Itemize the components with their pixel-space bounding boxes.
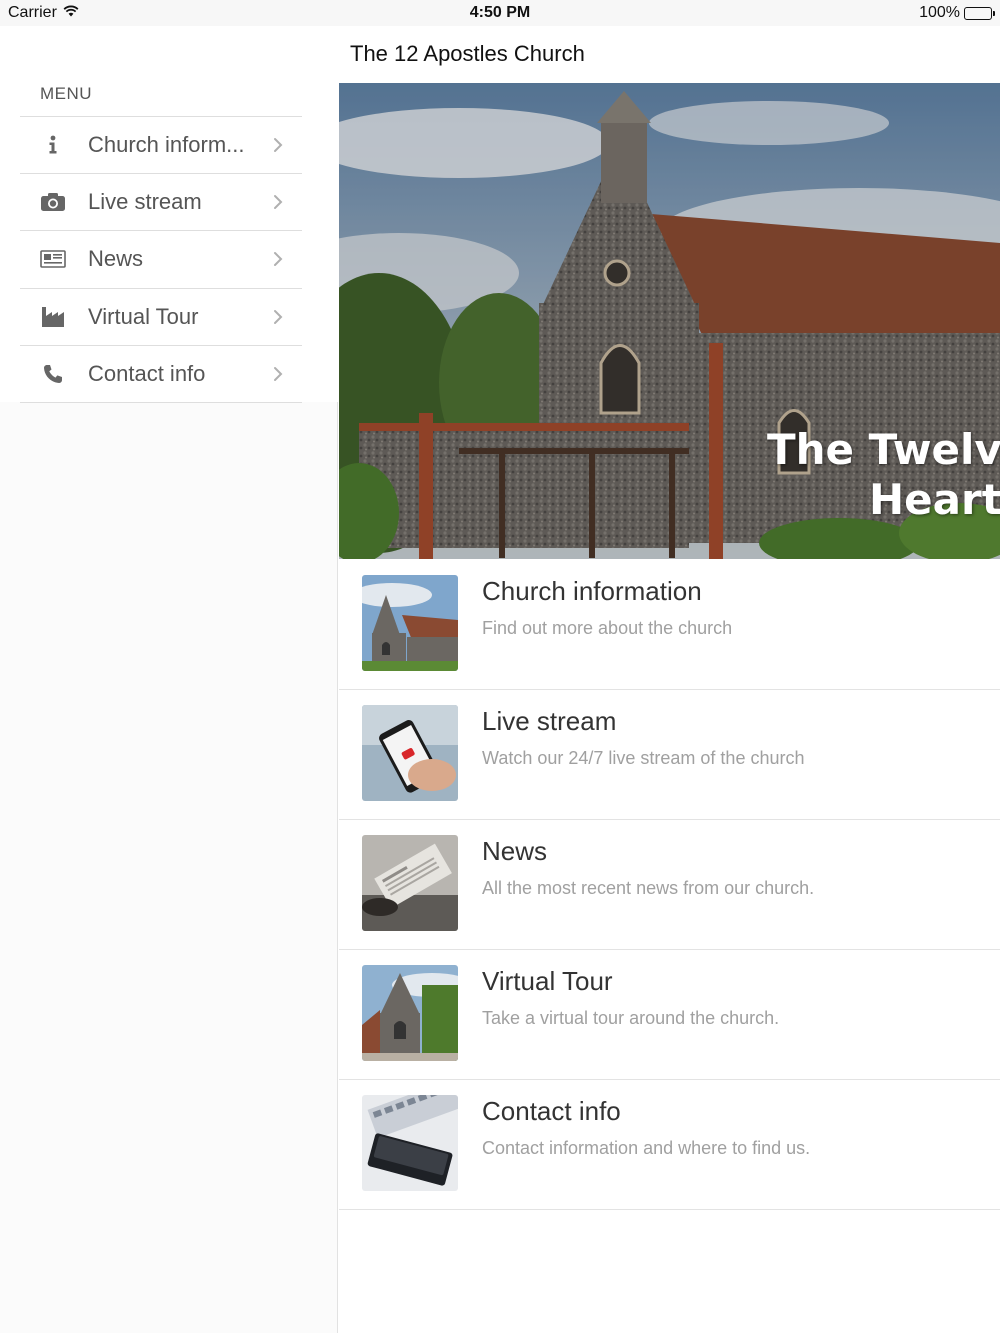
item-subtitle: Watch our 24/7 live stream of the church (482, 748, 805, 768)
sidebar-panel: MENU Church inform... Live stream News V… (0, 26, 338, 403)
chevron-right-icon (272, 136, 284, 154)
item-title: Virtual Tour (482, 966, 613, 996)
church-thumbnail (362, 575, 458, 671)
hero-title-line-1: The Twelve A (767, 425, 1000, 474)
phone-icon (40, 361, 66, 387)
list-item-live-stream[interactable]: Live stream Watch our 24/7 live stream o… (339, 690, 1000, 820)
item-subtitle: All the most recent news from our church… (482, 878, 815, 898)
sidebar-item-label: Church inform... (88, 132, 245, 158)
sidebar-item-virtual-tour[interactable]: Virtual Tour (20, 289, 302, 346)
sidebar-item-contact-info[interactable]: Contact info (20, 346, 302, 403)
sidebar-item-label: Contact info (88, 360, 206, 386)
menu-heading: MENU (40, 84, 93, 103)
newspaper-thumbnail (362, 835, 458, 931)
chevron-right-icon (272, 308, 284, 326)
church-exterior-thumbnail (362, 965, 458, 1061)
list-item-news[interactable]: News All the most recent news from our c… (339, 820, 1000, 950)
list-item-church-information[interactable]: Church information Find out more about t… (339, 560, 1000, 690)
phone-notebook-thumbnail (362, 1095, 458, 1191)
camera-icon (40, 189, 66, 215)
sidebar-item-news[interactable]: News (20, 231, 302, 289)
content-list: Church information Find out more about t… (339, 560, 1000, 1210)
hero-title-line-2: Heartfo (869, 475, 1000, 524)
sidebar-item-label: Virtual Tour (88, 303, 199, 329)
sidebar: MENU Church inform... Live stream News V… (0, 26, 338, 1333)
item-subtitle: Take a virtual tour around the church. (482, 1008, 780, 1028)
status-right: 100% (919, 4, 995, 22)
list-item-contact-info[interactable]: Contact info Contact information and whe… (339, 1080, 1000, 1210)
item-subtitle: Contact information and where to find us… (482, 1138, 811, 1158)
sidebar-item-label: Live stream (88, 189, 202, 215)
chevron-right-icon (272, 365, 284, 383)
battery-icon (964, 6, 995, 20)
item-title: News (482, 836, 548, 866)
menu-list: Church inform... Live stream News Virtua… (20, 116, 302, 403)
list-item-virtual-tour[interactable]: Virtual Tour Take a virtual tour around … (339, 950, 1000, 1080)
chevron-right-icon (272, 193, 284, 211)
status-bar: Carrier 4:50 PM 100% (0, 0, 1000, 26)
battery-percent: 100% (919, 4, 960, 21)
hero-image: The Twelve A Heartfo (339, 83, 1000, 559)
nav-bar: The 12 Apostles Church (339, 26, 1000, 83)
item-title: Live stream (482, 706, 617, 736)
sidebar-item-live-stream[interactable]: Live stream (20, 174, 302, 232)
phone-video-thumbnail (362, 705, 458, 801)
newspaper-icon (40, 246, 66, 272)
main-content: The 12 Apostles Church The Twelv Heart C… (339, 26, 1000, 1333)
info-icon (40, 132, 66, 158)
sidebar-item-label: News (88, 246, 144, 272)
status-time: 4:50 PM (469, 4, 531, 21)
page-title: The 12 Apostles Church (350, 41, 585, 66)
item-title: Church information (482, 576, 702, 606)
item-subtitle: Find out more about the church (482, 618, 733, 638)
factory-icon (40, 304, 66, 330)
sidebar-item-church-information[interactable]: Church inform... (20, 117, 302, 175)
chevron-right-icon (272, 250, 284, 268)
item-title: Contact info (482, 1096, 621, 1126)
